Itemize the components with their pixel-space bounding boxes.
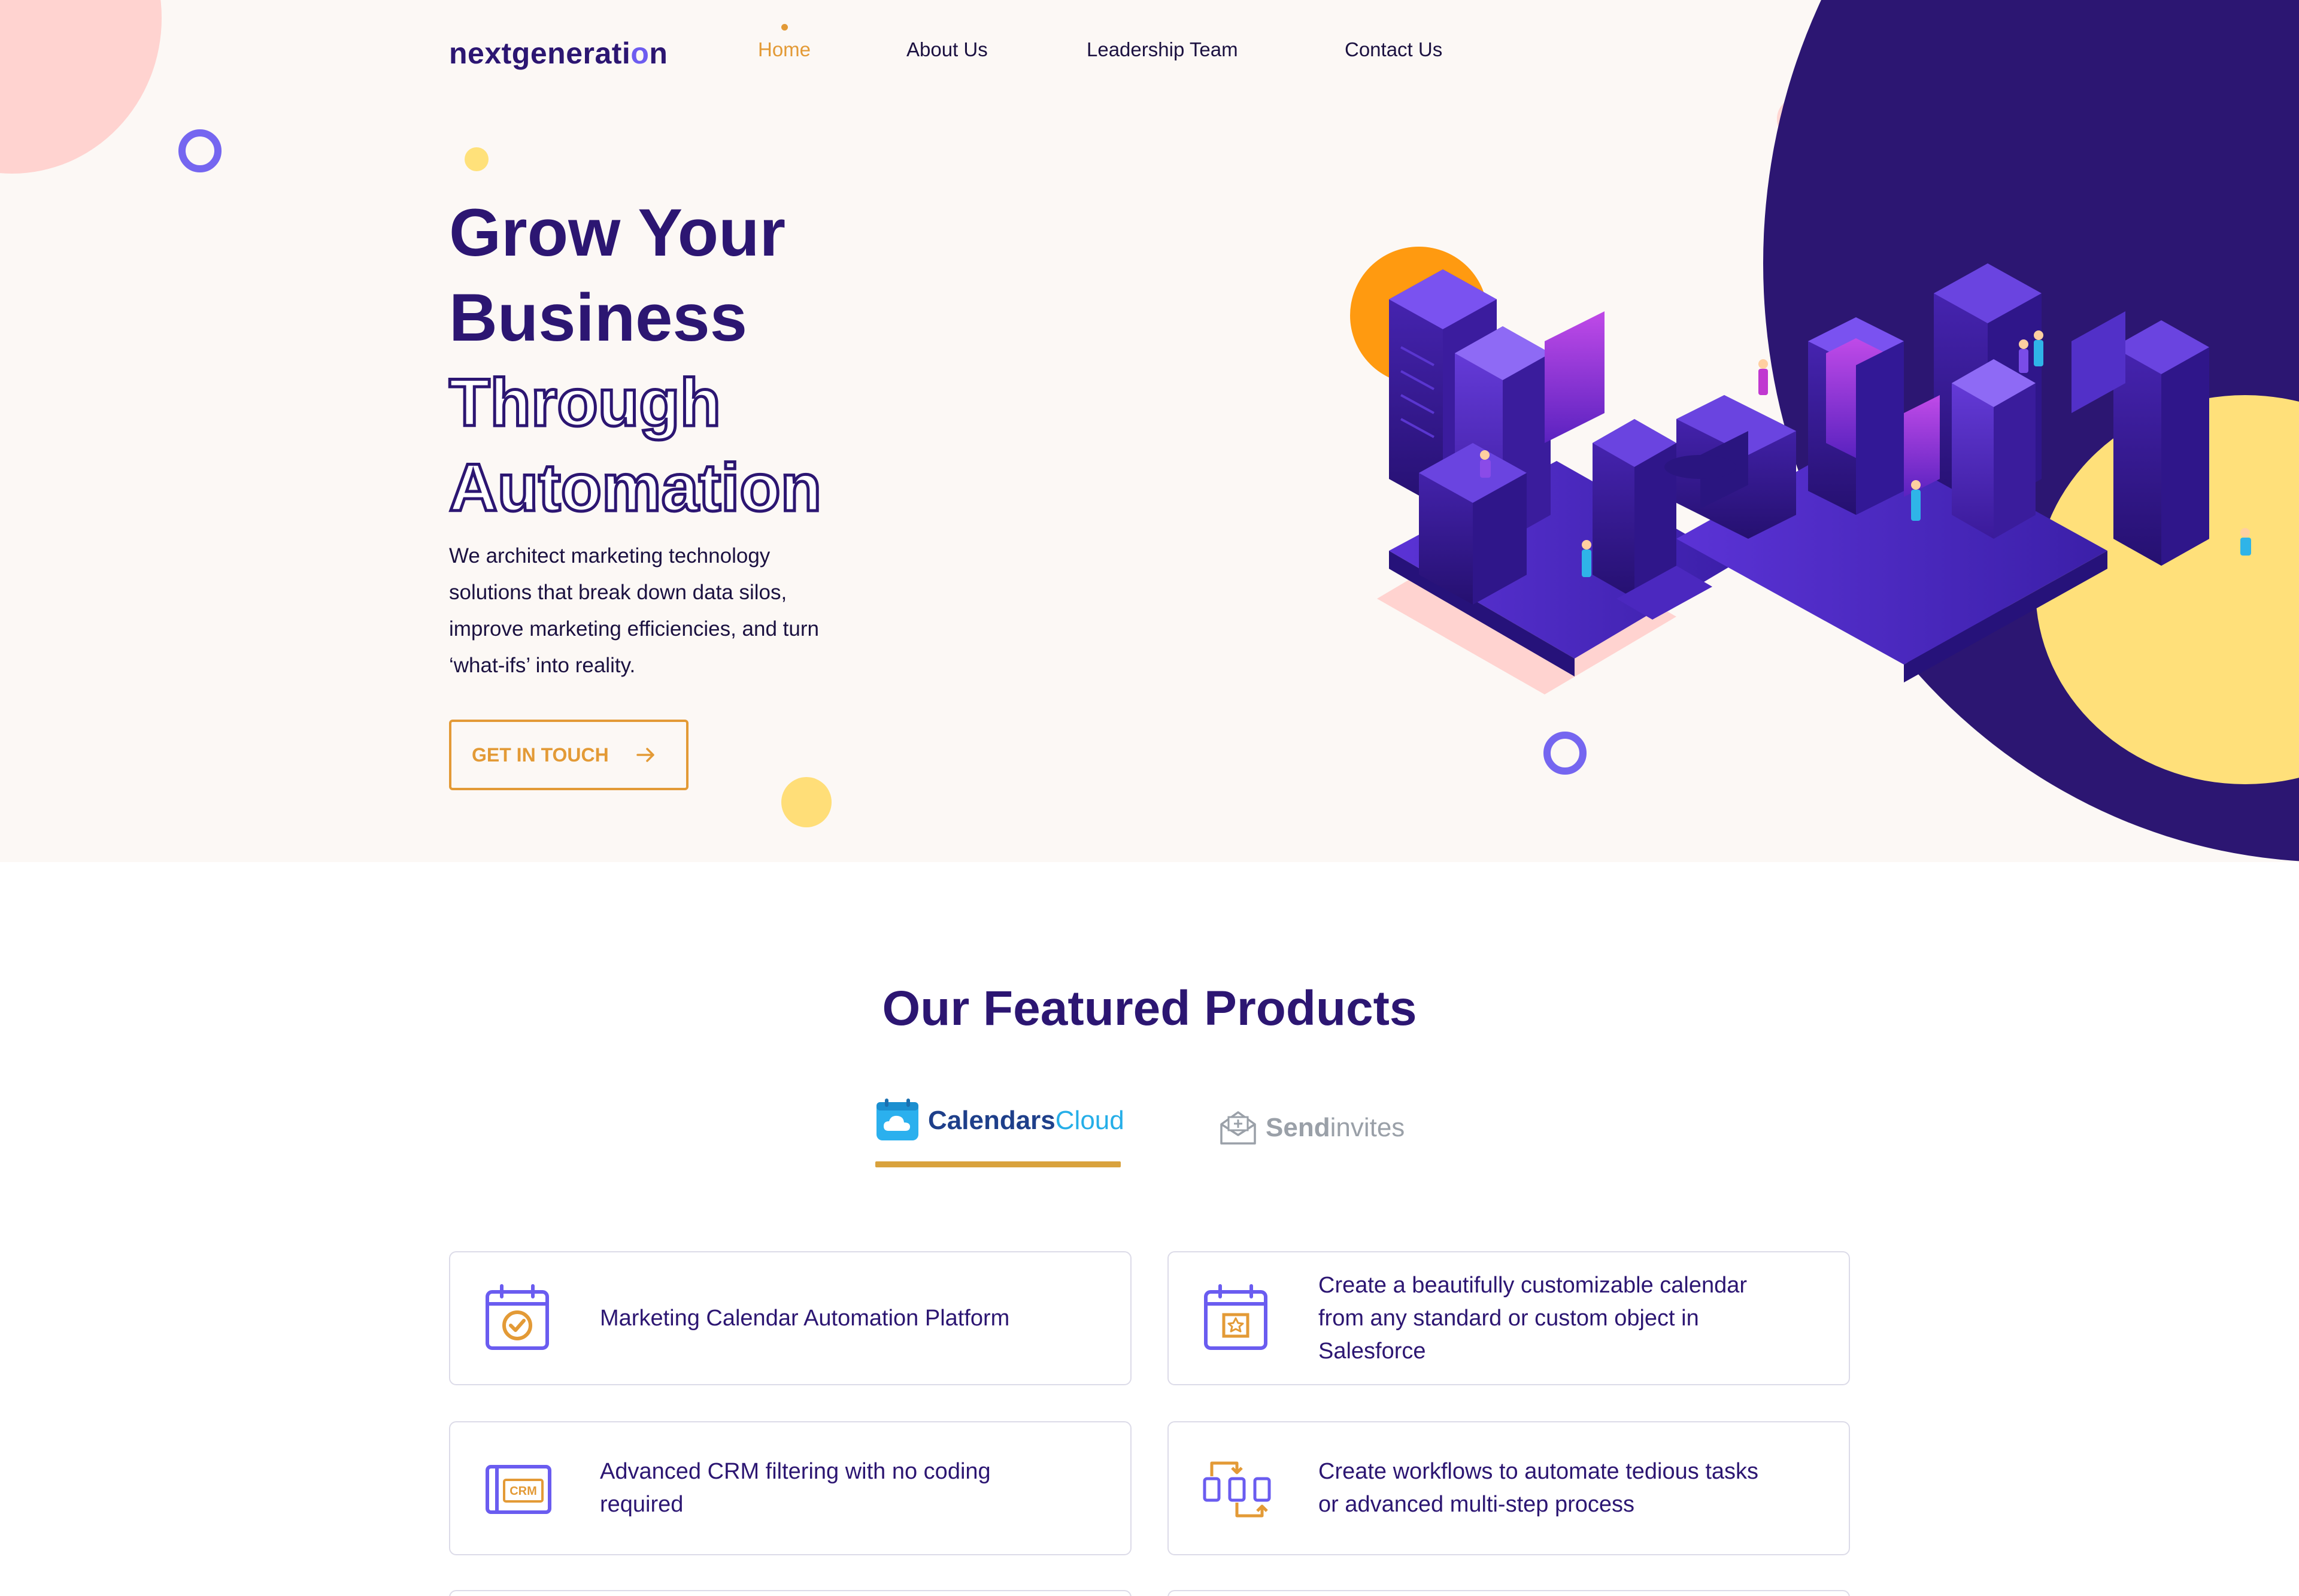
decorative-purple-ring: [178, 129, 222, 172]
tab-label-light: invites: [1330, 1113, 1405, 1142]
active-indicator-dot: [781, 24, 788, 31]
get-in-touch-button[interactable]: GET IN TOUCH: [449, 720, 689, 790]
calendar-star-icon: [1204, 1284, 1267, 1350]
feature-card: Marketing Calendar Automation Platform: [449, 1251, 1132, 1385]
workflow-icon: [1203, 1461, 1271, 1518]
decorative-yellow-dot: [465, 147, 489, 171]
envelope-icon: [1220, 1111, 1256, 1145]
nav-item-contact-us[interactable]: Contact Us: [1345, 38, 1442, 61]
headline-outline-line: Automation: [447, 449, 823, 527]
feature-card: CRM Advanced CRM filtering with no codin…: [449, 1421, 1132, 1555]
hero-description-line: solutions that break down data silos,: [449, 581, 787, 604]
feature-card-partial: [1167, 1590, 1850, 1596]
brand-logo[interactable]: nextgeneration: [449, 36, 668, 71]
hero-description-line: ‘what-ifs’ into reality.: [449, 654, 636, 677]
hero-description: We architect marketing technology soluti…: [449, 538, 904, 684]
cta-label: GET IN TOUCH: [472, 744, 609, 766]
calendar-cloud-icon: [876, 1099, 918, 1140]
svg-text:CRM: CRM: [509, 1485, 537, 1498]
tab-label-bold: Send: [1266, 1113, 1330, 1142]
logo-text-end: n: [649, 37, 668, 70]
feature-text: Advanced CRM filtering with no coding re…: [600, 1459, 991, 1517]
nav-label: Home: [758, 38, 811, 60]
hero-section: nextgeneration Home About Us Leadership …: [0, 0, 2299, 862]
decorative-yellow-dot: [781, 777, 832, 827]
nav-item-leadership-team[interactable]: Leadership Team: [1087, 38, 1238, 61]
nav-label: Leadership Team: [1087, 38, 1238, 60]
tab-label-light: Cloud: [1055, 1106, 1124, 1135]
feature-text: Create a beautifully customizable calend…: [1318, 1272, 1748, 1364]
decorative-purple-ring: [1543, 732, 1587, 775]
nav-label: Contact Us: [1345, 38, 1443, 60]
feature-card: Create a beautifully customizable calend…: [1167, 1251, 1850, 1385]
nav-item-home[interactable]: Home: [758, 24, 811, 61]
headline-line: Grow Your: [449, 195, 786, 270]
logo-accent-letter: o: [630, 37, 650, 70]
arrow-right-icon: [636, 748, 654, 762]
crm-window-icon: CRM: [486, 1465, 551, 1514]
hero-description-line: We architect marketing technology: [449, 544, 771, 568]
feature-text: Create workflows to automate tedious tas…: [1318, 1459, 1759, 1517]
hero-description-line: improve marketing efficiencies, and turn: [449, 617, 819, 641]
headline-outline-line: Through: [447, 364, 722, 442]
feature-text: Marketing Calendar Automation Platform: [600, 1305, 1010, 1331]
tab-calendars-cloud[interactable]: CalendarsCloud: [875, 1099, 1124, 1143]
calendar-check-icon: [486, 1284, 549, 1350]
tab-label-bold: Calendars: [928, 1106, 1056, 1135]
feature-card: Create workflows to automate tedious tas…: [1167, 1421, 1850, 1555]
active-tab-underline: [875, 1161, 1121, 1167]
hero-headline: Grow Your Business Through Automation: [447, 190, 823, 530]
decorative-pink-circle: [0, 0, 162, 174]
featured-products-title: Our Featured Products: [882, 981, 1417, 1036]
isometric-city-illustration: [1377, 263, 2251, 694]
nav-item-about-us[interactable]: About Us: [906, 38, 988, 61]
nav-label: About Us: [906, 38, 988, 60]
feature-card-partial: [449, 1590, 1132, 1596]
logo-text: nextgenerati: [449, 37, 631, 70]
tab-send-invites[interactable]: Sendinvites: [1219, 1109, 1405, 1147]
headline-line: Business: [449, 280, 747, 355]
